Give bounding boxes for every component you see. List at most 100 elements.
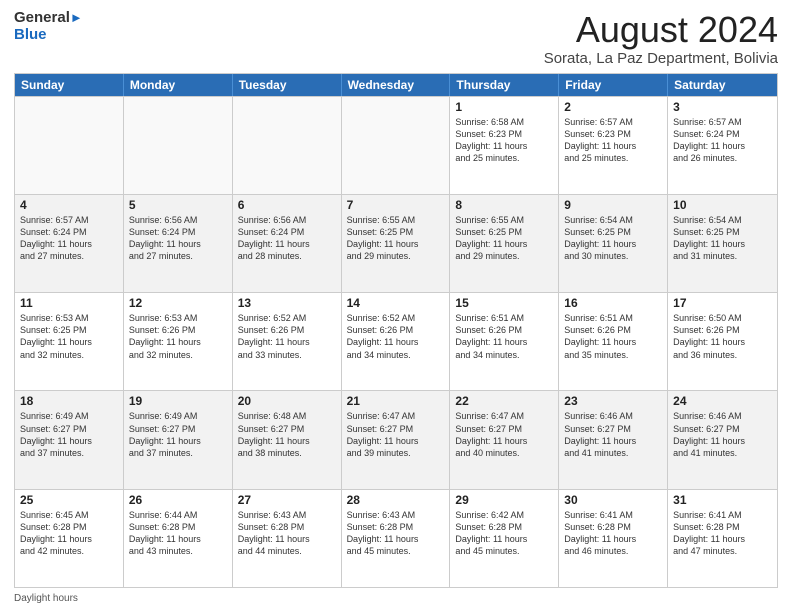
calendar-cell: 14Sunrise: 6:52 AMSunset: 6:26 PMDayligh… bbox=[342, 293, 451, 390]
cell-info: Sunrise: 6:52 AMSunset: 6:26 PMDaylight:… bbox=[238, 312, 336, 361]
day-number: 7 bbox=[347, 198, 445, 212]
cell-info: Sunrise: 6:58 AMSunset: 6:23 PMDaylight:… bbox=[455, 116, 553, 165]
calendar-cell: 25Sunrise: 6:45 AMSunset: 6:28 PMDayligh… bbox=[15, 490, 124, 587]
cell-info: Sunrise: 6:46 AMSunset: 6:27 PMDaylight:… bbox=[673, 410, 772, 459]
calendar-cell: 26 Sunrise: 6:44 AMSunset: 6:28 PMDayligh… bbox=[124, 490, 233, 587]
cell-info: Sunrise: 6:56 AMSunset: 6:24 PMDaylight:… bbox=[129, 214, 227, 263]
calendar-cell bbox=[15, 97, 124, 194]
calendar-cell: 27Sunrise: 6:43 AMSunset: 6:28 PMDayligh… bbox=[233, 490, 342, 587]
logo: General► Blue bbox=[14, 10, 83, 43]
calendar-cell: 8Sunrise: 6:55 AMSunset: 6:25 PMDaylight… bbox=[450, 195, 559, 292]
month-title: August 2024 bbox=[544, 10, 778, 50]
day-number: 2 bbox=[564, 100, 662, 114]
cell-info: Sunrise: 6:47 AMSunset: 6:27 PMDaylight:… bbox=[347, 410, 445, 459]
calendar-cell: 22 Sunrise: 6:47 AMSunset: 6:27 PMDayligh… bbox=[450, 391, 559, 488]
day-number: 8 bbox=[455, 198, 553, 212]
day-header-thursday: Thursday bbox=[450, 74, 559, 96]
calendar-cell: 16 Sunrise: 6:51 AMSunset: 6:26 PMDayligh… bbox=[559, 293, 668, 390]
calendar-cell: 31 Sunrise: 6:41 AMSunset: 6:28 PMDayligh… bbox=[668, 490, 777, 587]
day-number: 19 bbox=[129, 394, 227, 408]
day-number: 31 bbox=[673, 493, 772, 507]
calendar-cell bbox=[342, 97, 451, 194]
title-block: August 2024 Sorata, La Paz Department, B… bbox=[544, 10, 778, 67]
cell-info: Sunrise: 6:57 AMSunset: 6:24 PMDaylight:… bbox=[673, 116, 772, 165]
cell-info: Sunrise: 6:43 AMSunset: 6:28 PMDaylight:… bbox=[347, 509, 445, 558]
calendar-week-4: 18 Sunrise: 6:49 AMSunset: 6:27 PMDayligh… bbox=[15, 390, 777, 488]
calendar-cell: 12Sunrise: 6:53 AMSunset: 6:26 PMDayligh… bbox=[124, 293, 233, 390]
cell-info: Sunrise: 6:43 AMSunset: 6:28 PMDaylight:… bbox=[238, 509, 336, 558]
calendar-week-1: 1Sunrise: 6:58 AMSunset: 6:23 PMDaylight… bbox=[15, 96, 777, 194]
calendar-cell: 19 Sunrise: 6:49 AMSunset: 6:27 PMDayligh… bbox=[124, 391, 233, 488]
calendar-cell: 20 Sunrise: 6:48 AMSunset: 6:27 PMDayligh… bbox=[233, 391, 342, 488]
calendar-cell: 29 Sunrise: 6:42 AMSunset: 6:28 PMDayligh… bbox=[450, 490, 559, 587]
cell-info: Sunrise: 6:49 AMSunset: 6:27 PMDaylight:… bbox=[129, 410, 227, 459]
cell-info: Sunrise: 6:41 AMSunset: 6:28 PMDaylight:… bbox=[564, 509, 662, 558]
day-header-saturday: Saturday bbox=[668, 74, 777, 96]
day-header-sunday: Sunday bbox=[15, 74, 124, 96]
day-number: 26 bbox=[129, 493, 227, 507]
daylight-label: Daylight hours bbox=[14, 593, 78, 604]
day-number: 21 bbox=[347, 394, 445, 408]
calendar-cell: 4 Sunrise: 6:57 AMSunset: 6:24 PMDaylight… bbox=[15, 195, 124, 292]
day-number: 20 bbox=[238, 394, 336, 408]
cell-info: Sunrise: 6:56 AMSunset: 6:24 PMDaylight:… bbox=[238, 214, 336, 263]
calendar-week-2: 4 Sunrise: 6:57 AMSunset: 6:24 PMDaylight… bbox=[15, 194, 777, 292]
day-number: 12 bbox=[129, 296, 227, 310]
day-number: 17 bbox=[673, 296, 772, 310]
day-number: 3 bbox=[673, 100, 772, 114]
calendar-cell: 11 Sunrise: 6:53 AMSunset: 6:25 PMDayligh… bbox=[15, 293, 124, 390]
calendar-cell: 10 Sunrise: 6:54 AMSunset: 6:25 PMDayligh… bbox=[668, 195, 777, 292]
day-number: 22 bbox=[455, 394, 553, 408]
calendar-week-5: 25Sunrise: 6:45 AMSunset: 6:28 PMDayligh… bbox=[15, 489, 777, 587]
cell-info: Sunrise: 6:51 AMSunset: 6:26 PMDaylight:… bbox=[564, 312, 662, 361]
day-number: 4 bbox=[20, 198, 118, 212]
cell-info: Sunrise: 6:57 AMSunset: 6:24 PMDaylight:… bbox=[20, 214, 118, 263]
cell-info: Sunrise: 6:48 AMSunset: 6:27 PMDaylight:… bbox=[238, 410, 336, 459]
page-header: General► Blue August 2024 Sorata, La Paz… bbox=[14, 10, 778, 67]
cell-info: Sunrise: 6:46 AMSunset: 6:27 PMDaylight:… bbox=[564, 410, 662, 459]
cell-info: Sunrise: 6:41 AMSunset: 6:28 PMDaylight:… bbox=[673, 509, 772, 558]
calendar-cell: 13Sunrise: 6:52 AMSunset: 6:26 PMDayligh… bbox=[233, 293, 342, 390]
calendar-cell: 17 Sunrise: 6:50 AMSunset: 6:26 PMDayligh… bbox=[668, 293, 777, 390]
day-number: 16 bbox=[564, 296, 662, 310]
calendar-cell: 3 Sunrise: 6:57 AMSunset: 6:24 PMDaylight… bbox=[668, 97, 777, 194]
day-number: 11 bbox=[20, 296, 118, 310]
cell-info: Sunrise: 6:44 AMSunset: 6:28 PMDaylight:… bbox=[129, 509, 227, 558]
logo-subtext: Blue bbox=[14, 27, 83, 44]
cell-info: Sunrise: 6:45 AMSunset: 6:28 PMDaylight:… bbox=[20, 509, 118, 558]
day-number: 18 bbox=[20, 394, 118, 408]
cell-info: Sunrise: 6:47 AMSunset: 6:27 PMDaylight:… bbox=[455, 410, 553, 459]
day-header-wednesday: Wednesday bbox=[342, 74, 451, 96]
calendar-cell bbox=[124, 97, 233, 194]
calendar-cell: 2Sunrise: 6:57 AMSunset: 6:23 PMDaylight… bbox=[559, 97, 668, 194]
day-number: 24 bbox=[673, 394, 772, 408]
day-number: 6 bbox=[238, 198, 336, 212]
cell-info: Sunrise: 6:51 AMSunset: 6:26 PMDaylight:… bbox=[455, 312, 553, 361]
day-header-friday: Friday bbox=[559, 74, 668, 96]
day-number: 29 bbox=[455, 493, 553, 507]
day-number: 30 bbox=[564, 493, 662, 507]
calendar-cell: 9Sunrise: 6:54 AMSunset: 6:25 PMDaylight… bbox=[559, 195, 668, 292]
calendar-cell: 24 Sunrise: 6:46 AMSunset: 6:27 PMDayligh… bbox=[668, 391, 777, 488]
cell-info: Sunrise: 6:54 AMSunset: 6:25 PMDaylight:… bbox=[564, 214, 662, 263]
day-number: 14 bbox=[347, 296, 445, 310]
day-number: 5 bbox=[129, 198, 227, 212]
cell-info: Sunrise: 6:42 AMSunset: 6:28 PMDaylight:… bbox=[455, 509, 553, 558]
calendar-body: 1Sunrise: 6:58 AMSunset: 6:23 PMDaylight… bbox=[15, 96, 777, 587]
calendar-header: SundayMondayTuesdayWednesdayThursdayFrid… bbox=[15, 74, 777, 96]
day-number: 15 bbox=[455, 296, 553, 310]
cell-info: Sunrise: 6:50 AMSunset: 6:26 PMDaylight:… bbox=[673, 312, 772, 361]
logo-text: General► bbox=[14, 10, 83, 27]
calendar-cell bbox=[233, 97, 342, 194]
calendar-cell: 23Sunrise: 6:46 AMSunset: 6:27 PMDayligh… bbox=[559, 391, 668, 488]
cell-info: Sunrise: 6:49 AMSunset: 6:27 PMDaylight:… bbox=[20, 410, 118, 459]
day-header-monday: Monday bbox=[124, 74, 233, 96]
cell-info: Sunrise: 6:53 AMSunset: 6:25 PMDaylight:… bbox=[20, 312, 118, 361]
calendar-cell: 6 Sunrise: 6:56 AMSunset: 6:24 PMDaylight… bbox=[233, 195, 342, 292]
day-number: 10 bbox=[673, 198, 772, 212]
cell-info: Sunrise: 6:55 AMSunset: 6:25 PMDaylight:… bbox=[347, 214, 445, 263]
calendar-cell: 18 Sunrise: 6:49 AMSunset: 6:27 PMDayligh… bbox=[15, 391, 124, 488]
cell-info: Sunrise: 6:54 AMSunset: 6:25 PMDaylight:… bbox=[673, 214, 772, 263]
calendar-week-3: 11 Sunrise: 6:53 AMSunset: 6:25 PMDayligh… bbox=[15, 292, 777, 390]
calendar-cell: 30 Sunrise: 6:41 AMSunset: 6:28 PMDayligh… bbox=[559, 490, 668, 587]
